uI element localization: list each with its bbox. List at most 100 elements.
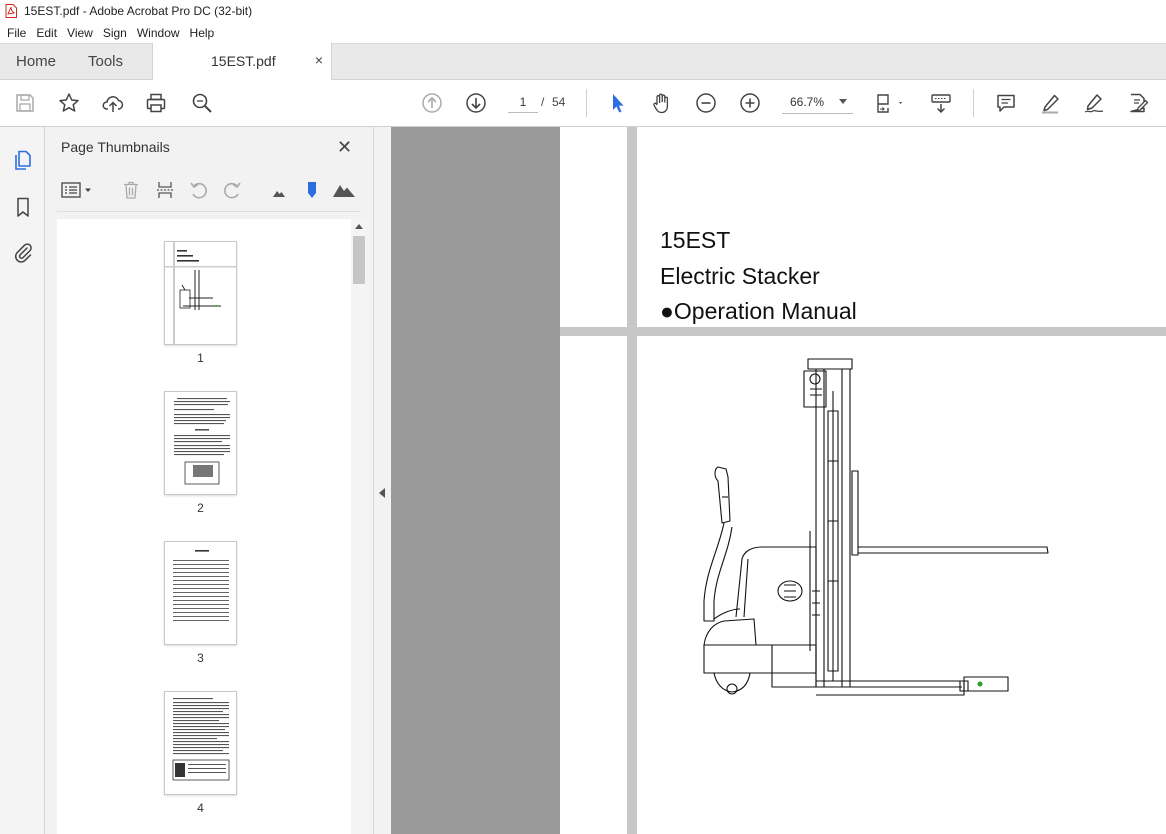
text-page-preview — [174, 398, 230, 485]
document-model: 15EST — [660, 227, 731, 253]
edit-document-icon — [1130, 93, 1149, 113]
print-button[interactable] — [144, 91, 168, 115]
page-vertical-rule — [627, 127, 637, 834]
delete-page-button[interactable] — [119, 179, 143, 201]
toolbar-divider-2 — [973, 89, 974, 117]
page-thumbnail-4[interactable] — [164, 691, 237, 795]
tab-home[interactable]: Home — [16, 53, 56, 70]
fill-sign-button[interactable] — [1082, 91, 1106, 115]
speech-bubble-icon — [997, 94, 1015, 112]
document-view[interactable]: 15EST Electric Stacker ●Operation Manual — [391, 127, 1166, 834]
title-bar: 15EST.pdf - Adobe Acrobat Pro DC (32-bit… — [0, 0, 1166, 22]
thumbnail-size-slider[interactable] — [300, 179, 324, 201]
tab-document-label: 15EST.pdf — [211, 53, 276, 69]
main-toolbar — [0, 80, 1166, 127]
rotate-counterclockwise-icon — [190, 182, 207, 199]
tab-tools[interactable]: Tools — [88, 53, 123, 70]
save-button[interactable] — [13, 91, 37, 115]
total-pages: 54 — [552, 95, 566, 109]
zoom-out-button[interactable] — [694, 91, 718, 115]
chevron-down-icon — [839, 99, 847, 104]
thumbnail-page-number: 1 — [197, 351, 204, 365]
highlight-button[interactable] — [1038, 91, 1062, 115]
thumbnail-list: 1 2 3 4 — [57, 219, 351, 834]
text-page-preview — [172, 698, 230, 781]
bookmark-icon — [17, 197, 29, 217]
acrobat-pdf-icon — [5, 4, 17, 18]
scroll-mode-button[interactable] — [929, 91, 953, 115]
document-product: Electric Stacker — [660, 263, 820, 289]
pen-sign-icon — [1084, 94, 1104, 113]
zoom-in-button[interactable] — [738, 91, 762, 115]
more-tools-button[interactable] — [1126, 91, 1150, 115]
page-number-input[interactable] — [508, 91, 538, 113]
rotate-cw-button[interactable] — [220, 179, 244, 201]
hand-tool-button[interactable] — [650, 91, 674, 115]
zoom-value: 66.7% — [790, 95, 825, 109]
menu-file[interactable]: File — [2, 26, 31, 40]
page-display-button[interactable] — [873, 91, 907, 115]
page-thumbnail-2[interactable] — [164, 391, 237, 495]
page-thumbnails-rail-button[interactable] — [11, 148, 35, 172]
window-title: 15EST.pdf - Adobe Acrobat Pro DC (32-bit… — [24, 4, 253, 18]
plus-circle-icon — [740, 93, 760, 113]
options-menu-icon — [61, 182, 91, 198]
comment-button[interactable] — [994, 91, 1018, 115]
toolbar-divider — [586, 89, 587, 117]
select-tool-button[interactable] — [606, 91, 630, 115]
chevron-left-icon — [379, 488, 385, 498]
menu-help[interactable]: Help — [185, 26, 220, 40]
acrobat-window: 15EST.pdf - Adobe Acrobat Pro DC (32-bit… — [0, 0, 1166, 834]
menu-sign[interactable]: Sign — [98, 26, 132, 40]
thumbnail-scrollbar[interactable] — [351, 219, 367, 834]
trash-icon — [124, 181, 138, 199]
save-icon — [16, 94, 34, 112]
star-icon — [59, 93, 79, 112]
contents-page-preview — [173, 550, 229, 621]
panel-collapse-handle[interactable] — [373, 127, 391, 834]
menu-bar: File Edit View Sign Window Help — [0, 22, 1166, 43]
panel-close-icon[interactable]: ✕ — [337, 137, 352, 158]
mountain-large-icon — [333, 185, 355, 197]
panel-title: Page Thumbnails — [61, 139, 170, 155]
attachments-rail-button[interactable] — [11, 240, 35, 264]
bookmark-star-button[interactable] — [57, 91, 81, 115]
tab-bar: Home Tools 15EST.pdf × — [0, 43, 1166, 81]
tab-close-icon[interactable]: × — [315, 52, 323, 68]
arrow-down-circle-icon — [466, 93, 486, 113]
pdf-page: 15EST Electric Stacker ●Operation Manual — [560, 127, 1166, 834]
next-page-button[interactable] — [464, 91, 488, 115]
navigation-rail — [0, 127, 45, 834]
page-thumbnails-icon — [15, 150, 31, 170]
slider-handle-icon — [308, 182, 316, 198]
search-icon — [192, 93, 212, 113]
thumbnail-options-button[interactable] — [59, 179, 95, 201]
menu-view[interactable]: View — [62, 26, 98, 40]
menu-window[interactable]: Window — [132, 26, 185, 40]
scrollbar-thumb[interactable] — [353, 236, 365, 284]
keyboard-scroll-icon — [931, 94, 951, 114]
find-button[interactable] — [190, 91, 214, 115]
page-thumbnail-3[interactable] — [164, 541, 237, 645]
tab-document[interactable]: 15EST.pdf × — [152, 43, 332, 81]
zoom-select[interactable]: 66.7% — [782, 91, 853, 114]
document-manual-title: ●Operation Manual — [660, 298, 857, 324]
scroll-up-icon[interactable] — [355, 224, 363, 229]
thumbnail-smaller-button[interactable] — [267, 181, 291, 203]
electric-stacker-illustration — [703, 358, 1049, 696]
extract-page-button[interactable] — [153, 179, 177, 201]
thumbnail-larger-button[interactable] — [332, 179, 356, 201]
minus-circle-icon — [696, 93, 716, 113]
upload-cloud-button[interactable] — [101, 91, 125, 115]
page-thumbnail-1[interactable] — [164, 241, 237, 345]
cover-page-preview — [165, 242, 236, 344]
previous-page-button[interactable] — [420, 91, 444, 115]
bookmarks-rail-button[interactable] — [11, 195, 35, 219]
arrow-up-circle-icon — [422, 93, 442, 113]
menu-edit[interactable]: Edit — [31, 26, 62, 40]
cloud-upload-icon — [102, 96, 124, 112]
rotate-ccw-button[interactable] — [187, 179, 211, 201]
page-break-icon — [157, 182, 173, 198]
page-thumbnails-panel: Page Thumbnails ✕ 1 2 3 4 — [45, 127, 373, 834]
paperclip-icon — [14, 243, 32, 263]
